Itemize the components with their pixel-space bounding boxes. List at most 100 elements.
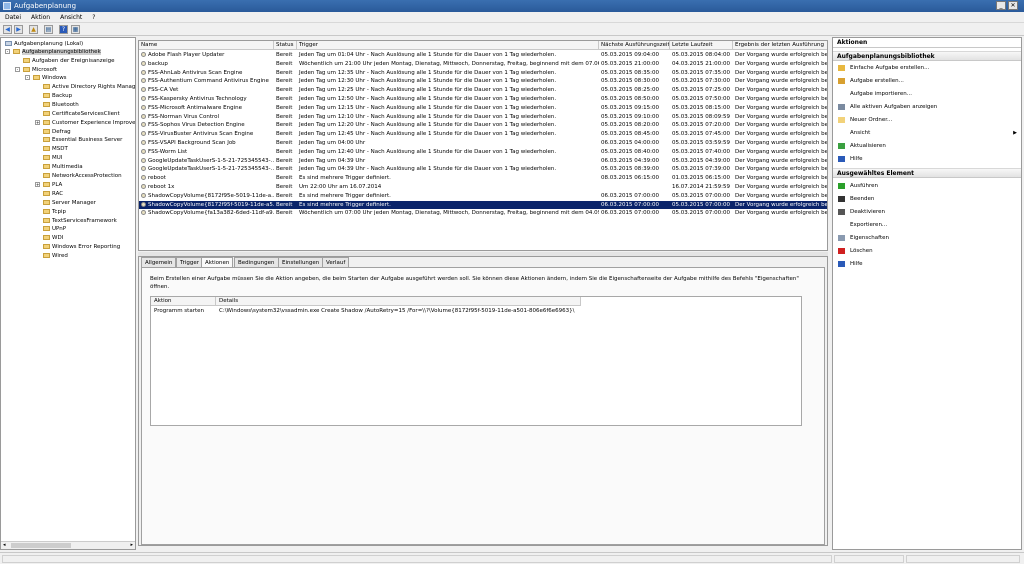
action-exportieren[interactable]: Exportieren...: [833, 220, 1021, 230]
up-folder-icon[interactable]: ▲: [29, 25, 38, 34]
task-row[interactable]: reboot 1x Bereit Um 22:00 Uhr am 16.07.201…: [139, 183, 827, 192]
task-row[interactable]: Adobe Flash Player Updater Bereit Jeden Ta…: [139, 51, 827, 60]
properties-icon[interactable]: ▤: [44, 25, 53, 34]
panel-icon[interactable]: ▦: [71, 25, 80, 34]
action-alle-aktiven-aufgaben-anzeigen[interactable]: Alle aktiven Aufgaben anzeigen: [833, 102, 1021, 112]
action-neuer-ordner[interactable]: Neuer Ordner...: [833, 115, 1021, 125]
tree-item-windows-child[interactable]: UPnP: [43, 225, 66, 233]
tab-einstellungen[interactable]: Einstellungen: [278, 257, 324, 267]
action-eigenschaften[interactable]: Eigenschaften: [833, 233, 1021, 243]
task-row[interactable]: reboot Bereit Es sind mehrere Trigger defi…: [139, 174, 827, 183]
expand-pla[interactable]: +: [35, 181, 40, 187]
col-trigger[interactable]: Trigger: [297, 41, 599, 50]
action-aufgabe-erstellen[interactable]: Aufgabe erstellen...: [833, 76, 1021, 86]
tree-item-windows-child[interactable]: Windows Error Reporting: [43, 243, 120, 251]
task-row[interactable]: FSS-Microsoft Antimalware Engine Bereit Je…: [139, 104, 827, 113]
help-icon[interactable]: ?: [59, 25, 68, 34]
task-row[interactable]: ShadowCopyVolume{fa13a382-6ded-11df-a9..…: [139, 209, 827, 218]
tree-item-windows-child[interactable]: MUI: [43, 154, 62, 162]
tab-verlauf[interactable]: Verlauf: [322, 257, 350, 267]
grid-cell-details[interactable]: C:\Windows\system32\vssadmin.exe Create …: [216, 307, 796, 316]
tree-item-windows-child[interactable]: Backup: [43, 92, 72, 100]
task-row[interactable]: ShadowCopyVolume{8172f95e-5019-11de-a...…: [139, 192, 827, 201]
task-row[interactable]: FSS-VSAPI Background Scan Job Bereit Jeden…: [139, 139, 827, 148]
tree-item-windows-child[interactable]: Wired: [43, 252, 68, 260]
tree-item-windows-child[interactable]: Active Directory Rights Manag: [43, 83, 135, 91]
action-hilfe[interactable]: Hilfe: [833, 259, 1021, 269]
tree-item-windows-child[interactable]: Bluetooth: [43, 101, 79, 109]
forward-icon[interactable]: ▶: [14, 25, 23, 34]
action-ausführen[interactable]: Ausführen: [833, 181, 1021, 191]
task-row[interactable]: ShadowCopyVolume{8172f95f-5019-11de-a5..…: [139, 200, 827, 210]
tree-item-windows-child[interactable]: PLA: [43, 181, 62, 189]
task-name: FSS-Authentium Command Antivirus Engine: [139, 77, 274, 86]
tree-event-tasks[interactable]: Aufgaben der Ereignisanzeige: [23, 57, 114, 65]
expand-library[interactable]: -: [5, 49, 10, 54]
action-aktualisieren[interactable]: Aktualisieren: [833, 141, 1021, 151]
tree-item-windows-child[interactable]: NetworkAccessProtection: [43, 172, 122, 180]
grid-col-details[interactable]: Details: [216, 297, 581, 306]
task-row[interactable]: FSS-CA Vet Bereit Jeden Tag um 12:25 Uhr -…: [139, 86, 827, 95]
action-beenden[interactable]: Beenden: [833, 194, 1021, 204]
menu-aktion[interactable]: Aktion: [26, 12, 55, 23]
tree-library[interactable]: Aufgabenplanungsbibliothek: [13, 48, 101, 56]
col-name[interactable]: Name: [139, 41, 274, 50]
task-row[interactable]: FSS-AhnLab Antivirus Scan Engine Bereit Je…: [139, 69, 827, 78]
grid-cell-action[interactable]: Programm starten: [151, 307, 216, 316]
grid-col-action[interactable]: Aktion: [151, 297, 216, 306]
col-last-run[interactable]: Letzte Laufzeit: [670, 41, 733, 50]
col-next-run[interactable]: Nächste Ausführungszeit: [599, 41, 670, 50]
tree-item-windows-child[interactable]: Multimedia: [43, 163, 83, 171]
col-status[interactable]: Status: [274, 41, 297, 50]
tree-item-windows-child[interactable]: Defrag: [43, 128, 71, 136]
tree-windows[interactable]: Windows: [33, 74, 67, 82]
tree-item-windows-child[interactable]: TextServicesFramework: [43, 217, 117, 225]
col-last-result[interactable]: Ergebnis der letzten Ausführung: [733, 41, 827, 50]
tab-bedingungen[interactable]: Bedingungen: [234, 257, 279, 267]
tree-microsoft[interactable]: Microsoft: [23, 66, 57, 74]
task-row[interactable]: FSS-Sophos Virus Detection Engine Bereit J…: [139, 121, 827, 130]
task-name: FSS-VSAPI Background Scan Job: [139, 139, 274, 148]
tree-item-windows-child[interactable]: MSDT: [43, 145, 68, 153]
status-segment: [2, 555, 832, 563]
task-row[interactable]: GoogleUpdateTaskUserS-1-5-21-725345543-.…: [139, 157, 827, 166]
minimize-button[interactable]: _: [996, 1, 1006, 10]
action-einfache-aufgabe-erstellen[interactable]: Einfache Aufgabe erstellen...: [833, 63, 1021, 73]
scroll-thumb[interactable]: [11, 543, 71, 548]
tree-item-windows-child[interactable]: WDI: [43, 234, 63, 242]
tab-trigger[interactable]: Trigger: [176, 257, 203, 267]
task-row[interactable]: FSS-Norman Virus Control Bereit Jeden Tag …: [139, 113, 827, 122]
expand-windows[interactable]: -: [25, 75, 30, 80]
action-ansicht[interactable]: Ansicht ▶: [833, 128, 1021, 138]
expand-microsoft[interactable]: -: [15, 67, 20, 72]
tab-allgemein[interactable]: Allgemein: [141, 257, 177, 267]
tree-item-windows-child[interactable]: Tcpip: [43, 208, 66, 216]
task-row[interactable]: FSS-Authentium Command Antivirus Engine B…: [139, 77, 827, 86]
action-hilfe[interactable]: Hilfe: [833, 154, 1021, 164]
tree-item-windows-child[interactable]: Essential Business Server: [43, 136, 122, 144]
section-selected-item[interactable]: Ausgewähltes Element: [833, 168, 1021, 178]
task-row[interactable]: FSS-Kaspersky Antivirus Technology Bereit…: [139, 95, 827, 104]
task-row[interactable]: backup Bereit Wöchentlich um 21:00 Uhr jed…: [139, 60, 827, 69]
scroll-left-icon[interactable]: ◂: [3, 542, 6, 548]
tree-item-windows-child[interactable]: CertificateServicesClient: [43, 110, 120, 118]
expand-customer-experience[interactable]: +: [35, 119, 40, 125]
menu-datei[interactable]: Datei: [0, 12, 26, 23]
tree-item-windows-child[interactable]: RAC: [43, 190, 63, 198]
section-library[interactable]: Aufgabenplanungsbibliothek: [833, 51, 1021, 61]
close-button[interactable]: ✕: [1008, 1, 1018, 10]
action-aufgabe-importieren[interactable]: Aufgabe importieren...: [833, 89, 1021, 99]
menu-help[interactable]: ?: [87, 12, 100, 23]
task-row[interactable]: GoogleUpdateTaskUserS-1-5-21-725345543-.…: [139, 165, 827, 174]
tree-horizontal-scrollbar[interactable]: ◂ ▸: [1, 541, 135, 549]
action-löschen[interactable]: Löschen: [833, 246, 1021, 256]
tree-item-windows-child[interactable]: Server Manager: [43, 199, 96, 207]
task-row[interactable]: FSS-Worm List Bereit Jeden Tag um 12:40 Uh…: [139, 148, 827, 157]
scroll-right-icon[interactable]: ▸: [130, 542, 133, 548]
menu-ansicht[interactable]: Ansicht: [55, 12, 87, 23]
action-deaktivieren[interactable]: Deaktivieren: [833, 207, 1021, 217]
tree-item-windows-child[interactable]: Customer Experience Improver: [43, 119, 135, 127]
task-row[interactable]: FSS-VirusBuster Antivirus Scan Engine Ber…: [139, 130, 827, 139]
back-icon[interactable]: ◀: [3, 25, 12, 34]
tree-root[interactable]: Aufgabenplanung (Lokal): [5, 40, 83, 48]
